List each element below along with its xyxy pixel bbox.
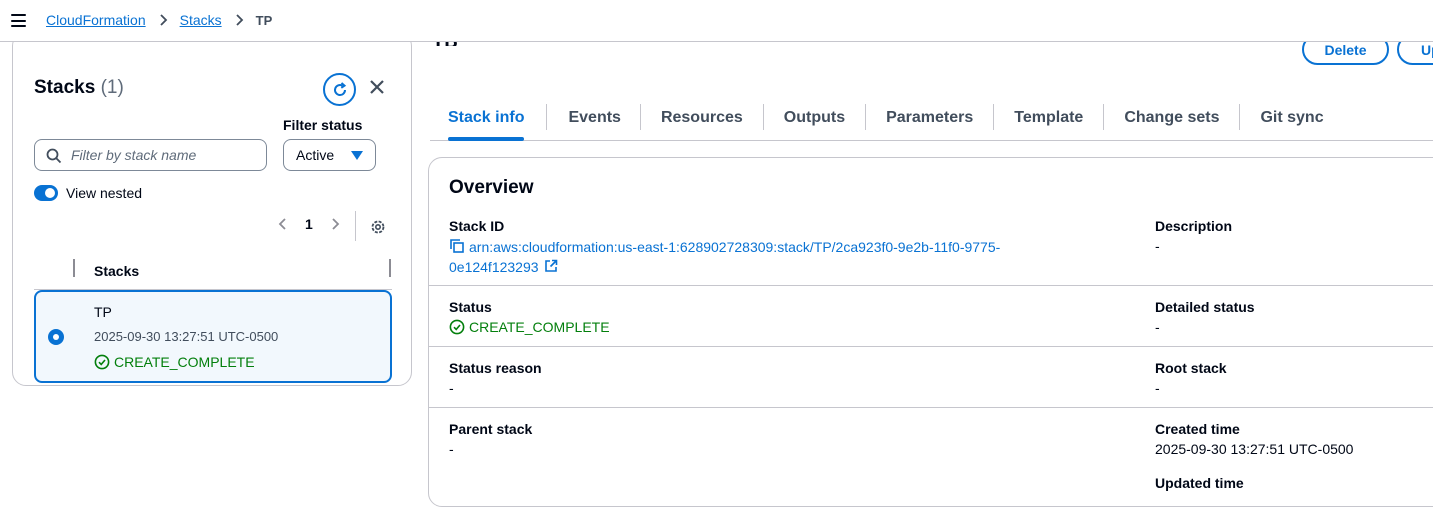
root-stack-value: -	[1155, 380, 1160, 396]
status-value: CREATE_COMPLETE	[449, 319, 610, 335]
stack-status: CREATE_COMPLETE	[94, 354, 255, 370]
stacks-title-text: Stacks	[34, 77, 96, 98]
success-check-icon	[94, 354, 110, 370]
stack-id-text-line1: arn:aws:cloudformation:us-east-1:6289027…	[469, 239, 1001, 255]
status-label: Status	[449, 299, 492, 315]
status-reason-label: Status reason	[449, 360, 542, 376]
copy-icon[interactable]	[449, 238, 465, 254]
stacks-heading: Stacks (1)	[34, 77, 124, 99]
chevron-right-icon	[235, 14, 243, 26]
search-placeholder: Filter by stack name	[71, 147, 197, 163]
stack-id-label: Stack ID	[449, 218, 505, 234]
stacks-card: Stacks (1) Filter status Active Filter b…	[12, 32, 412, 386]
stack-search-input[interactable]: Filter by stack name	[34, 139, 267, 171]
tab-change-sets[interactable]: Change sets	[1124, 102, 1219, 140]
chevron-right-icon[interactable]	[327, 216, 343, 232]
breadcrumb: CloudFormation Stacks TP	[46, 12, 272, 28]
detailed-status-value: -	[1155, 319, 1160, 335]
tab-parameters[interactable]: Parameters	[886, 102, 973, 140]
stack-id-link[interactable]: arn:aws:cloudformation:us-east-1:6289027…	[449, 237, 1069, 277]
tab-events[interactable]: Events	[568, 102, 620, 140]
chevron-left-icon[interactable]	[275, 216, 291, 232]
divider	[429, 407, 1433, 408]
search-icon	[46, 148, 62, 164]
tab-git-sync[interactable]: Git sync	[1260, 102, 1323, 140]
close-icon[interactable]	[369, 79, 385, 95]
stack-detail: TP Delete Update Stack info Events Resou…	[426, 34, 1433, 507]
parent-stack-label: Parent stack	[449, 421, 533, 437]
stack-created-time: 2025-09-30 13:27:51 UTC-0500	[94, 329, 279, 344]
external-link-icon	[544, 259, 557, 272]
success-check-icon	[449, 319, 465, 335]
view-nested-toggle[interactable]	[34, 185, 58, 201]
filter-status-select[interactable]: Active	[283, 139, 376, 171]
filter-status-label: Filter status	[283, 117, 363, 133]
divider	[429, 346, 1433, 347]
tab-template[interactable]: Template	[1014, 102, 1083, 140]
view-nested-label: View nested	[66, 185, 143, 201]
status-text: CREATE_COMPLETE	[469, 319, 610, 335]
top-navigation: CloudFormation Stacks TP	[0, 0, 1433, 42]
refresh-button[interactable]	[323, 73, 356, 106]
description-value: -	[1155, 238, 1160, 254]
status-reason-value: -	[449, 380, 454, 396]
updated-time-label: Updated time	[1155, 475, 1244, 491]
pagination: 1	[275, 216, 343, 232]
stack-id-text-line2: 0e124f123293	[449, 259, 539, 275]
created-time-value: 2025-09-30 13:27:51 UTC-0500	[1155, 441, 1354, 457]
column-divider	[73, 259, 75, 277]
stack-row[interactable]: TP 2025-09-30 13:27:51 UTC-0500 CREATE_C…	[34, 290, 392, 383]
tab-outputs[interactable]: Outputs	[784, 102, 845, 140]
detailed-status-label: Detailed status	[1155, 299, 1255, 315]
divider	[429, 285, 1433, 286]
stack-name: TP	[94, 304, 112, 320]
description-label: Description	[1155, 218, 1233, 234]
menu-icon[interactable]	[11, 14, 26, 27]
stacks-side-panel: Stacks (1) Filter status Active Filter b…	[0, 32, 426, 483]
refresh-icon	[333, 81, 346, 96]
breadcrumb-stacks[interactable]: Stacks	[180, 12, 222, 28]
tab-stack-info[interactable]: Stack info	[448, 102, 525, 141]
stack-status-text: CREATE_COMPLETE	[114, 354, 255, 370]
overview-heading: Overview	[449, 177, 534, 198]
gear-icon[interactable]	[369, 218, 387, 236]
detail-tabs: Stack info Events Resources Outputs Para…	[430, 102, 1433, 141]
column-divider	[389, 259, 391, 277]
tab-resources[interactable]: Resources	[661, 102, 743, 140]
created-time-label: Created time	[1155, 421, 1240, 437]
caret-down-icon	[351, 151, 363, 160]
parent-stack-value: -	[449, 441, 454, 457]
stacks-count: (1)	[100, 77, 124, 98]
page-number[interactable]: 1	[305, 216, 313, 232]
stacks-column-header[interactable]: Stacks	[94, 263, 139, 279]
chevron-right-icon	[159, 14, 167, 26]
root-stack-label: Root stack	[1155, 360, 1227, 376]
overview-container: Overview Stack ID arn:aws:cloudformation…	[428, 157, 1433, 507]
selected-radio[interactable]	[48, 329, 64, 345]
breadcrumb-cloudformation[interactable]: CloudFormation	[46, 12, 146, 28]
divider	[355, 211, 356, 241]
breadcrumb-current: TP	[255, 12, 273, 28]
filter-status-value: Active	[296, 147, 335, 163]
